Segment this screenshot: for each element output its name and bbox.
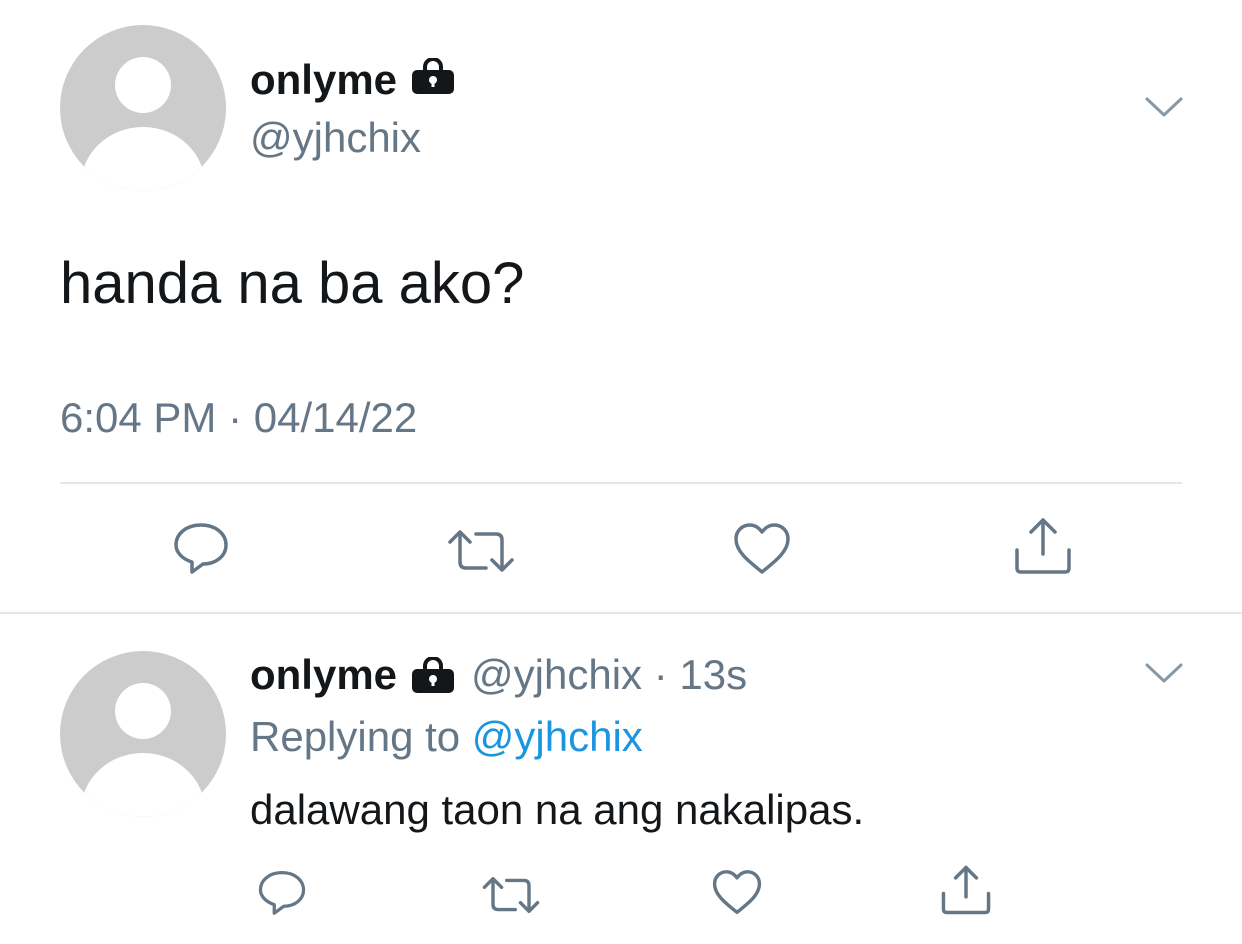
like-button[interactable] <box>712 869 762 916</box>
retweet-icon <box>448 530 514 572</box>
retweet-button[interactable] <box>481 875 541 915</box>
reply-tweet-text: dalawang taon na ang nakalipas. <box>250 786 865 833</box>
share-button[interactable] <box>1013 516 1073 576</box>
main-avatar[interactable] <box>60 25 226 191</box>
reply-icon <box>174 523 228 574</box>
retweet-icon <box>482 877 540 913</box>
replying-to: Replying to @yjhchix <box>250 713 643 761</box>
default-profile-icon <box>81 57 205 191</box>
retweet-button[interactable] <box>446 528 516 574</box>
heart-icon <box>712 870 762 915</box>
main-handle[interactable]: @yjhchix <box>250 114 421 162</box>
share-icon <box>1015 518 1071 574</box>
default-profile-icon <box>81 683 205 817</box>
main-tweet-text: handa na ba ako? <box>60 251 525 316</box>
chevron-down-icon[interactable] <box>1145 96 1183 123</box>
reply-header: onlyme @yjhchix · 13s <box>250 651 747 699</box>
share-icon <box>941 865 991 915</box>
reply-avatar[interactable] <box>60 651 226 817</box>
heart-icon <box>734 523 790 574</box>
lock-icon <box>411 56 455 104</box>
replying-to-mention[interactable]: @yjhchix <box>472 713 643 760</box>
display-name[interactable]: onlyme <box>250 56 397 104</box>
reply-button[interactable] <box>172 521 230 575</box>
like-button[interactable] <box>733 522 791 576</box>
chevron-down-icon[interactable] <box>1145 662 1183 689</box>
main-tweet-timestamp: 6:04 PM · 04/14/22 <box>60 394 418 441</box>
reply-icon <box>258 871 306 915</box>
share-button[interactable] <box>940 864 992 916</box>
replying-to-label: Replying to <box>250 713 472 760</box>
handle-and-time[interactable]: @yjhchix · 13s <box>471 651 747 699</box>
display-name[interactable]: onlyme <box>250 651 397 699</box>
divider <box>0 612 1242 614</box>
main-author-name-row[interactable]: onlyme <box>250 56 455 104</box>
reply-button[interactable] <box>257 869 307 916</box>
divider <box>60 482 1182 484</box>
lock-icon <box>411 657 455 693</box>
